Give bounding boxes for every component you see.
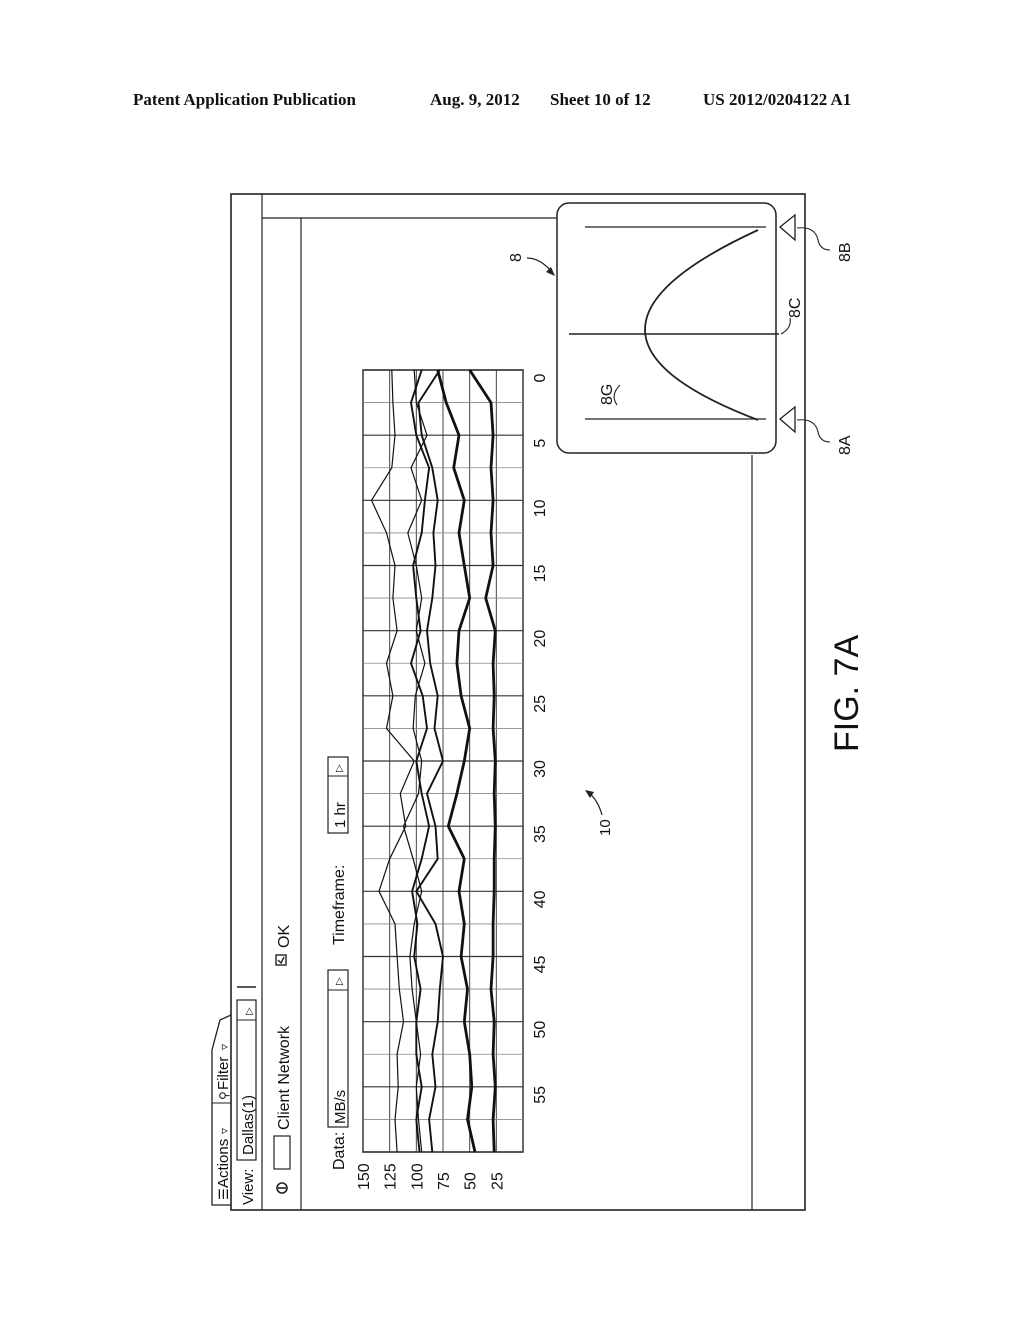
data-select-value[interactable]: MB/s <box>332 1090 349 1124</box>
view-select-value[interactable]: Dallas(1) <box>240 1095 257 1155</box>
time-tick-label: 45 <box>532 956 549 974</box>
tab-filter-arrow[interactable]: ▿ <box>217 1044 231 1050</box>
ref-label-8b: 8B <box>837 242 854 262</box>
timeframe-label: Timeframe: <box>331 865 348 945</box>
tab-actions-arrow[interactable]: ▿ <box>217 1128 231 1134</box>
timeframe-select-arrow-icon[interactable]: ▷ <box>334 764 345 772</box>
time-tick-label: 30 <box>532 760 549 778</box>
time-tick-label: 10 <box>532 499 549 517</box>
ok-label: OK <box>276 925 293 948</box>
time-tick-label: 0 <box>532 373 549 382</box>
time-tick-label: 55 <box>532 1086 549 1104</box>
list-icon: ☰ <box>216 1188 231 1200</box>
value-tick-label: 50 <box>463 1172 480 1190</box>
leader-8c <box>780 317 791 335</box>
view-label: View: <box>240 1169 257 1205</box>
value-tick-label: 100 <box>409 1163 426 1190</box>
timeframe-select-value[interactable]: 1 hr <box>332 802 349 828</box>
ref-label-8a: 8A <box>837 435 854 455</box>
arrowhead-8 <box>546 267 555 276</box>
leader-8b <box>796 227 831 251</box>
ref-label-10: 10 <box>597 819 614 836</box>
time-tick-label: 20 <box>532 630 549 648</box>
client-network-label: Client Network <box>276 1025 293 1130</box>
leader-8a <box>796 419 831 443</box>
ref-label-8g: 8G <box>599 384 616 405</box>
search-icon: ⚲ <box>217 1091 231 1100</box>
time-tick-label: 25 <box>532 695 549 713</box>
time-tick-label: 50 <box>532 1021 549 1039</box>
time-tick-label: 40 <box>532 890 549 908</box>
client-network-indicator <box>273 1135 291 1170</box>
value-tick-label: 125 <box>383 1163 400 1190</box>
tab-actions[interactable]: Actions <box>215 1139 232 1188</box>
marker-8a-icon[interactable] <box>778 405 796 434</box>
ref-label-8c: 8C <box>787 298 804 318</box>
time-tick-label: 15 <box>532 565 549 583</box>
time-tick-label: 35 <box>532 825 549 843</box>
value-tick-label: 75 <box>436 1172 453 1190</box>
inset-graph <box>556 202 777 454</box>
data-label: Data: <box>331 1132 348 1170</box>
figure-caption: FIG. 7A <box>828 635 866 752</box>
time-tick-label: 5 <box>532 439 549 448</box>
value-tick-label: 150 <box>356 1163 373 1190</box>
throughput-chart: 150 125 100 75 50 25 0 5 10 15 20 25 30 35 40 45 50 55 <box>356 369 549 1190</box>
marker-8b-icon[interactable] <box>778 213 796 242</box>
figure: ☰ Actions ▿ ⚲ Filter ▿ View: Dallas(1) ▷… <box>211 193 866 1211</box>
view-select-arrow-icon[interactable]: ▷ <box>244 1007 255 1015</box>
data-select-arrow-icon[interactable]: ▷ <box>334 977 345 985</box>
value-tick-label: 25 <box>489 1172 506 1190</box>
tab-filter[interactable]: Filter <box>215 1057 232 1090</box>
ref-label-8: 8 <box>508 253 525 262</box>
